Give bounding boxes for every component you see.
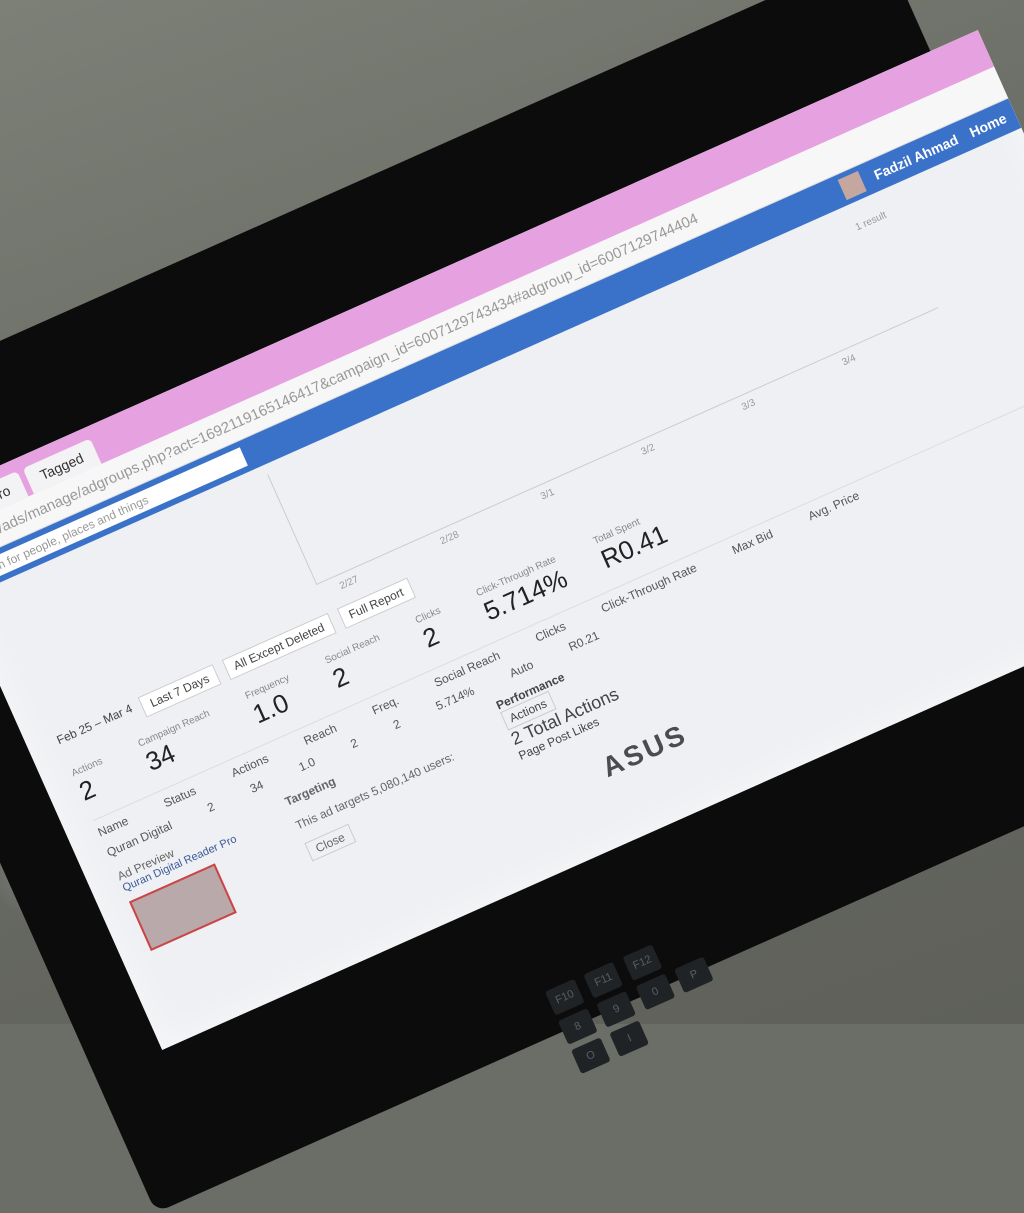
stat-clicks: Clicks 2 (413, 605, 444, 654)
chart-tick: 3/4 (840, 352, 858, 369)
chart-tick: 3/1 (539, 486, 557, 503)
keyboard-key: 9 (596, 990, 637, 1028)
chart-tick: 3/2 (639, 442, 657, 458)
keyboard-key: O (570, 1037, 611, 1075)
chart-tick: 3/3 (739, 397, 758, 414)
stat-total-spent: Total Spent R0.41 (591, 516, 672, 575)
close-button[interactable]: Close (303, 823, 357, 862)
col-name[interactable]: Name (96, 814, 131, 840)
stat-social-reach: Social Reach 2 (323, 632, 382, 694)
stat-actions: Actions 2 (69, 755, 105, 807)
col-freq[interactable]: Freq. (370, 693, 401, 717)
chart-tick: 2/27 (338, 574, 361, 593)
stat-frequency: Frequency 1.0 (243, 672, 294, 730)
result-count: 1 result (853, 209, 889, 234)
chart-tick: 2/28 (438, 529, 461, 548)
keyboard-key: 0 (635, 973, 676, 1011)
keyboard-key: 8 (557, 1008, 598, 1045)
keyboard-key: I (609, 1020, 650, 1057)
ad-preview: Ad Preview Quran Digital Reader Pro (110, 809, 264, 951)
keyboard-key: P (674, 956, 715, 994)
col-clicks[interactable]: Clicks (533, 619, 568, 645)
avatar[interactable] (837, 171, 867, 201)
